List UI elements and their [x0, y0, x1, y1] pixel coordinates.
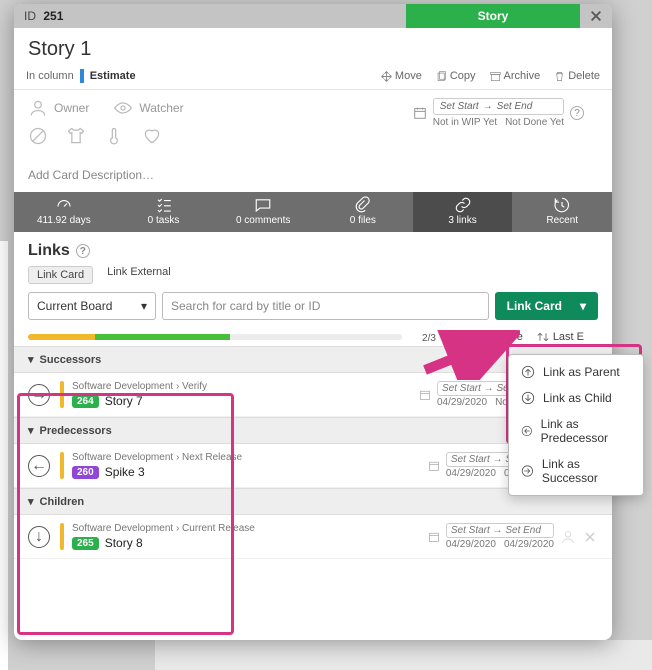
calendar-icon: [428, 460, 440, 472]
chevron-down-icon: ▾: [28, 495, 34, 508]
list-item[interactable]: ↓ Software Development › Current Release…: [14, 515, 612, 559]
tab-comments[interactable]: 0 comments: [213, 192, 313, 232]
menu-link-parent[interactable]: Link as Parent: [509, 359, 643, 385]
progress-bar: [28, 334, 402, 340]
menu-link-predecessor[interactable]: Link as Predecessor: [509, 411, 643, 451]
close-button[interactable]: [580, 4, 612, 28]
help-icon[interactable]: ?: [76, 244, 90, 258]
link-mode-external[interactable]: Link External: [107, 266, 171, 284]
chevron-down-icon: ▾: [28, 353, 34, 366]
person-icon: [28, 98, 48, 118]
link-type-dropdown: Link as Parent Link as Child Link as Pre…: [508, 354, 644, 496]
arrow-right-icon: →: [28, 384, 50, 406]
description-field[interactable]: Add Card Description…: [14, 158, 612, 192]
arrow-down-icon: ↓: [28, 526, 50, 548]
chevron-down-icon: ▾: [141, 299, 147, 313]
copy-action[interactable]: Copy: [436, 70, 476, 82]
calendar-icon: [428, 531, 440, 543]
breadcrumb: Software Development › Next Release: [72, 452, 242, 463]
arrow-left-icon: ←: [28, 455, 50, 477]
card-modal: ID 251 Story Story 1 In column Estimate …: [14, 4, 612, 640]
help-icon[interactable]: ?: [570, 106, 584, 120]
block-icon[interactable]: [28, 126, 48, 146]
menu-link-successor[interactable]: Link as Successor: [509, 451, 643, 491]
chevron-down-icon: ▾: [28, 424, 34, 437]
breadcrumb: Software Development › Verify: [72, 381, 207, 392]
card-id-badge: 260: [72, 466, 99, 479]
linked-card-title: Spike 3: [105, 465, 145, 479]
shirt-icon[interactable]: [66, 126, 86, 146]
calendar-icon: [419, 389, 431, 401]
linked-card-title: Story 7: [105, 394, 143, 408]
done-status: Not Done Yet: [505, 117, 564, 128]
watcher-field[interactable]: Watcher: [113, 98, 183, 118]
link-mode-card[interactable]: Link Card: [28, 266, 93, 284]
wip-status: Not in WIP Yet: [433, 117, 497, 128]
sort-last-edit[interactable]: Last E: [537, 331, 584, 343]
tab-links[interactable]: 3 links: [413, 192, 513, 232]
tab-files[interactable]: 0 files: [313, 192, 413, 232]
tab-recent[interactable]: Recent: [512, 192, 612, 232]
link-card-button[interactable]: Link Card ▾: [495, 292, 598, 320]
date-range[interactable]: Set Start→Set End: [433, 98, 564, 115]
menu-link-child[interactable]: Link as Child: [509, 385, 643, 411]
card-id-badge: 264: [72, 395, 99, 408]
linked-card-title: Story 8: [105, 536, 143, 550]
eye-icon: [113, 98, 133, 118]
move-action[interactable]: Move: [381, 70, 422, 82]
heart-icon[interactable]: [142, 126, 162, 146]
card-title[interactable]: Story 1: [14, 28, 612, 67]
unlink-icon[interactable]: [582, 529, 598, 545]
tab-tasks[interactable]: 0 tasks: [114, 192, 214, 232]
board-select[interactable]: Current Board ▾: [28, 292, 156, 320]
delete-action[interactable]: Delete: [554, 70, 600, 82]
card-id-badge: 265: [72, 537, 99, 550]
assign-icon[interactable]: [560, 529, 576, 545]
owner-field[interactable]: Owner: [28, 98, 89, 118]
archive-action[interactable]: Archive: [490, 70, 541, 82]
card-type-badge: Story: [406, 4, 580, 28]
thermometer-icon[interactable]: [104, 126, 124, 146]
calendar-icon[interactable]: [413, 106, 427, 120]
card-id: ID 251: [14, 4, 406, 28]
tab-cycle[interactable]: 411.92 days: [14, 192, 114, 232]
chevron-down-icon: ▾: [580, 299, 586, 313]
search-input[interactable]: Search for card by title or ID: [162, 292, 489, 320]
links-section-title: Links?: [14, 232, 612, 266]
annotation-arrow: [420, 330, 520, 380]
column-indicator: In column Estimate: [26, 69, 136, 83]
breadcrumb: Software Development › Current Release: [72, 523, 255, 534]
